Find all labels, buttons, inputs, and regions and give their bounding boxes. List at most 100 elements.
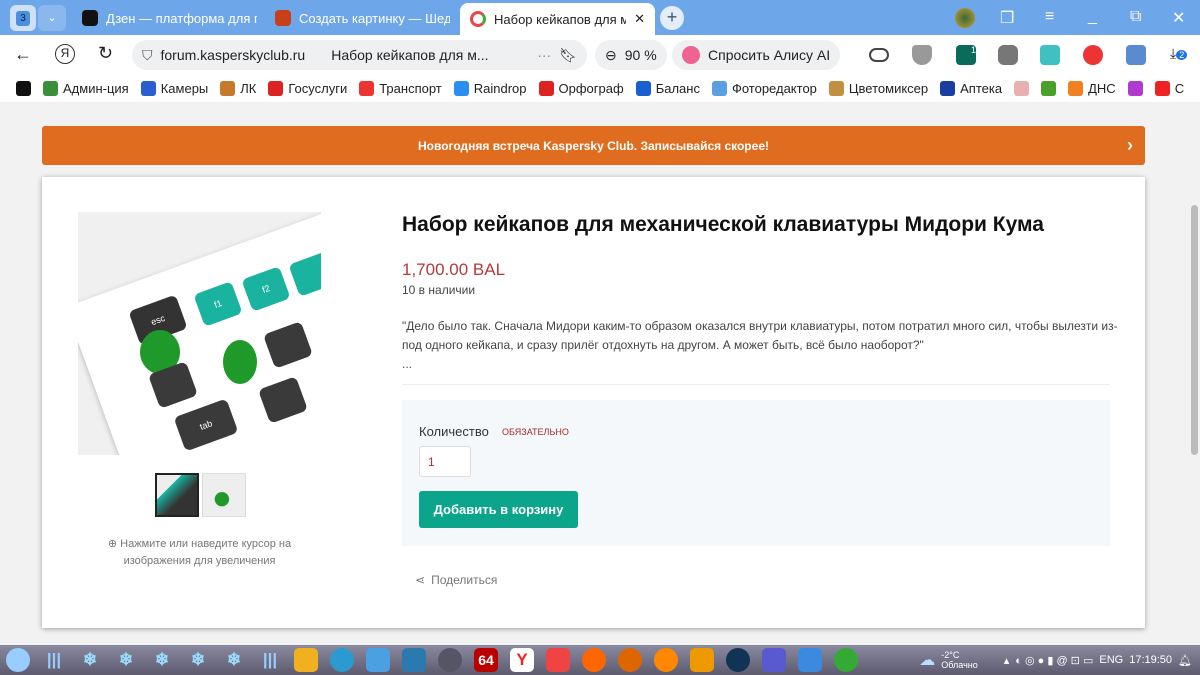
bookmark-item[interactable]: Баланс [635, 81, 700, 96]
cloud-icon[interactable] [869, 48, 889, 62]
extension-red-icon[interactable] [1083, 45, 1103, 65]
snowflake-icon[interactable]: ❄ [186, 648, 210, 672]
page-title-text: Набор кейкапов для м... [331, 47, 489, 63]
weather-icon[interactable]: ☁ [919, 650, 935, 670]
more-icon[interactable]: ··· [537, 47, 551, 63]
notification-icon[interactable]: 🔔︎ [1178, 654, 1192, 667]
bookmark-item[interactable]: Госуслуги [268, 81, 347, 96]
extension-photo-icon[interactable] [1126, 45, 1146, 65]
bookmark-item[interactable]: ДНС [1068, 81, 1116, 96]
announcement-banner[interactable]: Новогодняя встреча Kaspersky Club. Запис… [42, 126, 1145, 165]
alice-button[interactable]: Спросить Алису AI [672, 40, 841, 70]
bookmark-icon [453, 81, 469, 96]
weather[interactable]: -2°C Облачно [941, 650, 977, 670]
description-ellipsis: ... [402, 357, 413, 371]
profile-avatar[interactable] [955, 8, 975, 28]
bookmark-item[interactable] [1041, 81, 1057, 96]
key-label: f1 [212, 298, 224, 310]
snowflake-icon[interactable]: ❄ [78, 648, 102, 672]
bookmark-label: Баланс [655, 81, 700, 96]
bookmark-item[interactable]: ЛК [220, 81, 256, 96]
product-image[interactable]: f1 f2 esc tab [78, 212, 321, 455]
dzen-bookmark-icon[interactable] [16, 81, 31, 96]
bookmark-item[interactable]: Админ-ция [43, 81, 129, 96]
downloads-icon[interactable]: ⤓ 2 [1170, 45, 1190, 65]
site-icon [470, 11, 486, 27]
reload-icon[interactable]: ↻ [98, 43, 113, 64]
save-icon[interactable] [1040, 45, 1060, 65]
quantity-input[interactable] [419, 446, 471, 477]
yandex-icon[interactable]: Я [55, 44, 75, 64]
menu-icon[interactable]: ≡ [1045, 8, 1054, 26]
extension-icon[interactable]: 1 [956, 45, 976, 65]
back-icon[interactable]: ← [14, 44, 32, 65]
clock[interactable]: 17:19:50 [1129, 654, 1172, 666]
app-icon[interactable] [690, 648, 714, 672]
tab-dzen[interactable]: Дзен — платформа для п [82, 5, 257, 31]
close-window-button[interactable]: ✕ [1172, 8, 1185, 28]
settings-icon[interactable] [438, 648, 462, 672]
start-button[interactable] [6, 648, 30, 672]
bookmark-item[interactable]: Аптека [940, 81, 1002, 96]
snowflake-icon[interactable]: ❄ [222, 648, 246, 672]
file-explorer-icon[interactable] [294, 648, 318, 672]
tab-active[interactable]: Набор кейкапов для ме ✕ [460, 3, 655, 35]
taskbar-app-icon[interactable]: ||| [258, 648, 282, 672]
bookmark-item[interactable]: Транспорт [359, 81, 442, 96]
bookmark-item[interactable]: Цветомиксер [828, 81, 928, 96]
restore-button[interactable]: ⧉ [1130, 8, 1141, 26]
bookmark-item[interactable]: Raindrop [453, 81, 527, 96]
yandex-browser-icon[interactable]: Y [510, 648, 534, 672]
app-icon[interactable] [618, 648, 642, 672]
thumbnail-2[interactable] [202, 473, 246, 517]
bookmark-label: ЛК [240, 81, 257, 96]
scrollbar-thumb[interactable] [1191, 205, 1198, 455]
bookmark-icon [711, 81, 727, 96]
bookmark-item[interactable]: Камеры [140, 81, 209, 96]
bookmark-icon [1041, 81, 1057, 96]
bookmark-item[interactable]: Орфограф [538, 81, 624, 96]
thumbnail-1[interactable] [155, 473, 199, 517]
collections-icon[interactable]: ❐ [1000, 8, 1014, 28]
app-icon[interactable] [366, 648, 390, 672]
fps-monitor-icon[interactable] [834, 648, 858, 672]
teams-icon[interactable] [762, 648, 786, 672]
bookmark-icon[interactable]: 🔖︎ [559, 47, 577, 64]
app-icon[interactable] [798, 648, 822, 672]
aida64-icon[interactable]: 64 [474, 648, 498, 672]
tray-chevron-icon[interactable]: ▴ [1004, 654, 1010, 667]
product-price: 1,700.00 BAL [402, 260, 506, 279]
add-to-cart-button[interactable]: Добавить в корзину [419, 491, 578, 528]
odnoklassniki-icon[interactable] [654, 648, 678, 672]
firefox-icon[interactable] [582, 648, 606, 672]
bookmark-label: С [1174, 81, 1185, 96]
taskbar-app-icon[interactable]: ||| [42, 648, 66, 672]
zoom-button[interactable]: ⊖ 90 % [595, 40, 667, 70]
password-icon[interactable] [998, 45, 1018, 65]
bookmark-item[interactable]: Фоторедактор [711, 81, 817, 96]
app-icon[interactable] [402, 648, 426, 672]
bookmark-label: Камеры [160, 81, 209, 96]
key-label: tab [198, 418, 214, 432]
bookmark-item[interactable] [1014, 81, 1030, 96]
tray-icons[interactable]: ◐ ◎ ● ▮ @ ⊡ ▭ [1015, 654, 1093, 667]
share-link[interactable]: ⋖ Поделиться [415, 573, 497, 587]
language-indicator[interactable]: ENG [1099, 654, 1123, 666]
bookmark-item[interactable]: С [1154, 81, 1185, 96]
add-to-cart-form: Количество ОБЯЗАТЕЛЬНО Добавить в корзин… [402, 400, 1110, 546]
snowflake-icon[interactable]: ❄ [114, 648, 138, 672]
snowflake-icon[interactable]: ❄ [150, 648, 174, 672]
tab-shedevrum[interactable]: Создать картинку — Шед [275, 5, 450, 31]
tabs-dropdown-button[interactable]: ⌄ [38, 5, 66, 31]
app-icon[interactable] [726, 648, 750, 672]
close-tab-icon[interactable]: ✕ [634, 11, 645, 27]
tab-groups-button[interactable]: 3 [10, 5, 36, 31]
bookmark-item[interactable] [1127, 81, 1143, 96]
minimize-button[interactable]: _ [1088, 8, 1097, 26]
address-field[interactable]: ⛉ forum.kasperskyclub.ru Набор кейкапов … [132, 40, 587, 70]
bookmark-label: Raindrop [473, 81, 527, 96]
edge-icon[interactable] [330, 648, 354, 672]
new-tab-button[interactable]: + [660, 6, 684, 30]
shield-extension-icon[interactable] [912, 45, 932, 65]
app-icon[interactable] [546, 648, 570, 672]
